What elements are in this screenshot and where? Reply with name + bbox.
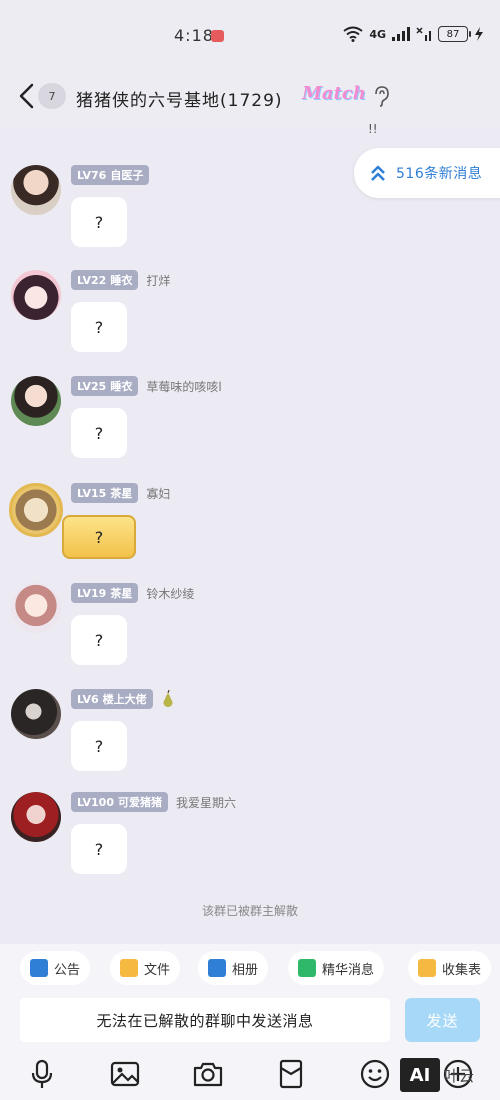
member-level-tag[interactable]: LV100 可爱猪猪 bbox=[71, 792, 168, 812]
chat-header: 7 猪猪侠的六号基地(1729) Match bbox=[0, 70, 500, 126]
message-meta: LV76 自医子 bbox=[71, 165, 157, 185]
message-bubble[interactable]: ? bbox=[71, 824, 127, 874]
avatar[interactable] bbox=[11, 689, 61, 739]
form-icon bbox=[418, 959, 436, 977]
camera-icon[interactable] bbox=[192, 1058, 224, 1090]
member-level-tag[interactable]: LV19 茶星 bbox=[71, 583, 139, 603]
microphone-icon[interactable] bbox=[26, 1058, 58, 1090]
match-badge[interactable]: Match bbox=[302, 83, 366, 104]
member-level-tag[interactable]: LV25 睡衣 bbox=[71, 376, 139, 396]
shortcut-announcement[interactable]: 公告 bbox=[20, 951, 91, 985]
watermark-logo: AI bbox=[400, 1058, 440, 1092]
message-bubble[interactable]: ? bbox=[71, 721, 127, 771]
message-meta: LV6 楼上大佬 bbox=[71, 689, 183, 709]
unread-count-badge[interactable]: 7 bbox=[38, 83, 66, 109]
battery-icon: 87 bbox=[438, 26, 471, 42]
notification-icon bbox=[211, 30, 224, 42]
message-bubble[interactable]: ? bbox=[71, 408, 127, 458]
back-arrow-icon[interactable] bbox=[16, 82, 38, 110]
message-input[interactable]: 无法在已解散的群聊中发送消息 bbox=[20, 998, 390, 1042]
shortcut-album[interactable]: 相册 bbox=[198, 951, 269, 985]
avatar[interactable] bbox=[11, 583, 61, 633]
member-nickname[interactable]: 打烊 bbox=[146, 272, 170, 289]
message-meta: LV25 睡衣 草莓味的咳咳l bbox=[71, 376, 222, 396]
member-nickname[interactable]: 寡妇 bbox=[146, 485, 170, 502]
ear-icon[interactable] bbox=[372, 85, 390, 107]
double-chevron-up-icon bbox=[371, 165, 385, 181]
message-bubble[interactable]: ? bbox=[71, 302, 127, 352]
member-nickname[interactable]: 铃木纱绫 bbox=[146, 585, 194, 602]
message-bubble[interactable]: ? bbox=[62, 515, 136, 559]
avatar[interactable] bbox=[11, 376, 61, 426]
watermark: AI 叶云 bbox=[400, 1055, 500, 1095]
shortcut-files[interactable]: 文件 bbox=[110, 951, 181, 985]
message-bubble[interactable]: ? bbox=[71, 615, 127, 665]
network-label: 4G bbox=[369, 27, 386, 41]
status-time: 4:18 bbox=[174, 26, 214, 45]
charging-icon bbox=[475, 27, 483, 41]
wifi-icon bbox=[343, 26, 363, 42]
group-title[interactable]: 猪猪侠的六号基地(1729) bbox=[76, 86, 283, 111]
message-meta: LV100 可爱猪猪 我爱星期六 bbox=[71, 792, 236, 812]
avatar[interactable] bbox=[11, 792, 61, 842]
pear-icon bbox=[163, 690, 173, 707]
member-level-tag[interactable]: LV15 茶星 bbox=[71, 483, 139, 503]
new-messages-label: 516条新消息 bbox=[396, 166, 483, 182]
shortcut-featured-messages[interactable]: 精华消息 bbox=[288, 951, 385, 985]
shortcut-collection-form[interactable]: 收集表 bbox=[408, 951, 492, 985]
signal-icon bbox=[392, 27, 410, 41]
message-meta: LV22 睡衣 打烊 bbox=[71, 270, 170, 290]
member-level-tag[interactable]: LV6 楼上大佬 bbox=[71, 689, 153, 709]
member-level-tag[interactable]: LV76 自医子 bbox=[71, 165, 150, 185]
avatar[interactable] bbox=[9, 483, 63, 537]
announcement-icon bbox=[30, 959, 48, 977]
message-meta: LV19 茶星 铃木纱绫 bbox=[71, 583, 194, 603]
message-meta: LV15 茶星 寡妇 bbox=[71, 483, 170, 503]
status-bar: 4:18 4G 87 bbox=[0, 0, 500, 70]
avatar[interactable] bbox=[11, 270, 61, 320]
no-signal-icon bbox=[416, 27, 431, 41]
send-button[interactable]: 发送 bbox=[405, 998, 480, 1042]
image-icon[interactable] bbox=[109, 1058, 141, 1090]
album-icon bbox=[208, 959, 226, 977]
new-messages-button[interactable]: 516条新消息 bbox=[354, 148, 500, 198]
member-nickname[interactable]: 草莓味的咳咳l bbox=[146, 378, 221, 395]
folder-icon bbox=[120, 959, 138, 977]
member-nickname[interactable]: 我爱星期六 bbox=[176, 794, 236, 811]
message-input-row: 无法在已解散的群聊中发送消息 发送 bbox=[0, 994, 500, 1050]
cut-off-message: !! bbox=[368, 122, 378, 136]
avatar[interactable] bbox=[11, 165, 61, 215]
system-notice: 该群已被群主解散 bbox=[201, 904, 298, 918]
featured-icon bbox=[298, 959, 316, 977]
emoji-icon[interactable] bbox=[359, 1058, 391, 1090]
member-level-tag[interactable]: LV22 睡衣 bbox=[71, 270, 139, 290]
red-packet-icon[interactable] bbox=[275, 1058, 307, 1090]
group-shortcuts-bar: 公告 文件 相册 精华消息 收集表 bbox=[0, 944, 500, 994]
status-icons: 4G 87 bbox=[343, 26, 484, 42]
watermark-text: 叶云 bbox=[444, 1066, 475, 1085]
message-bubble[interactable]: ? bbox=[71, 197, 127, 247]
